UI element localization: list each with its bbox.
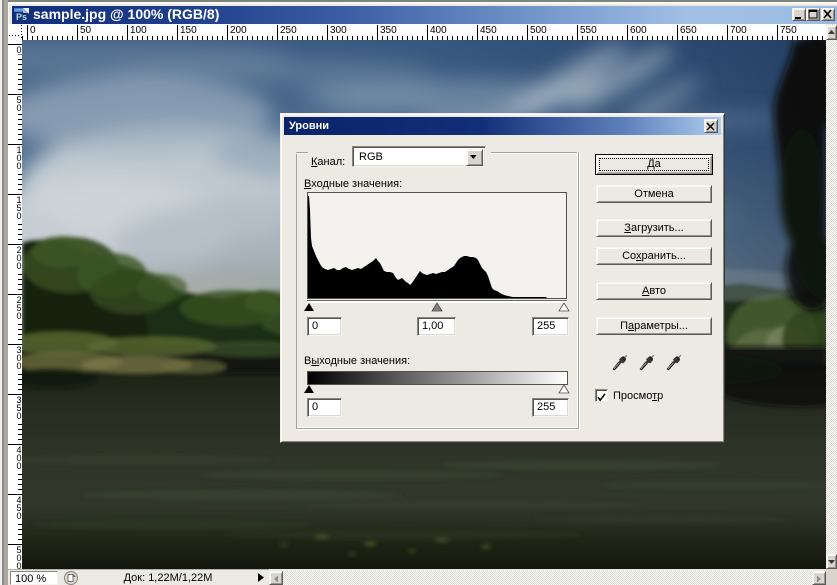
svg-text:600: 600: [630, 25, 647, 36]
svg-text:0: 0: [17, 311, 22, 321]
svg-text:0: 0: [17, 561, 22, 569]
svg-text:250: 250: [280, 25, 297, 36]
svg-text:150: 150: [180, 25, 197, 36]
svg-text:Ps: Ps: [16, 12, 27, 22]
svg-text:700: 700: [730, 25, 747, 36]
svg-text:650: 650: [680, 25, 697, 36]
svg-text:0: 0: [17, 261, 22, 271]
svg-text:100: 100: [130, 25, 147, 36]
svg-text:0: 0: [17, 103, 22, 113]
svg-text:450: 450: [480, 25, 497, 36]
svg-text:750: 750: [780, 25, 797, 36]
svg-text:500: 500: [530, 25, 547, 36]
svg-text:200: 200: [230, 25, 247, 36]
svg-text:550: 550: [580, 25, 597, 36]
svg-text:300: 300: [330, 25, 347, 36]
svg-text:0: 0: [17, 45, 22, 55]
svg-text:400: 400: [430, 25, 447, 36]
svg-text:0: 0: [17, 511, 22, 521]
svg-text:350: 350: [380, 25, 397, 36]
svg-text:0: 0: [17, 211, 22, 221]
svg-text:0: 0: [17, 461, 22, 471]
svg-text:0: 0: [17, 411, 22, 421]
svg-text:0: 0: [17, 361, 22, 371]
svg-text:50: 50: [80, 25, 92, 36]
svg-text:0: 0: [17, 161, 22, 171]
svg-text:0: 0: [30, 25, 36, 36]
